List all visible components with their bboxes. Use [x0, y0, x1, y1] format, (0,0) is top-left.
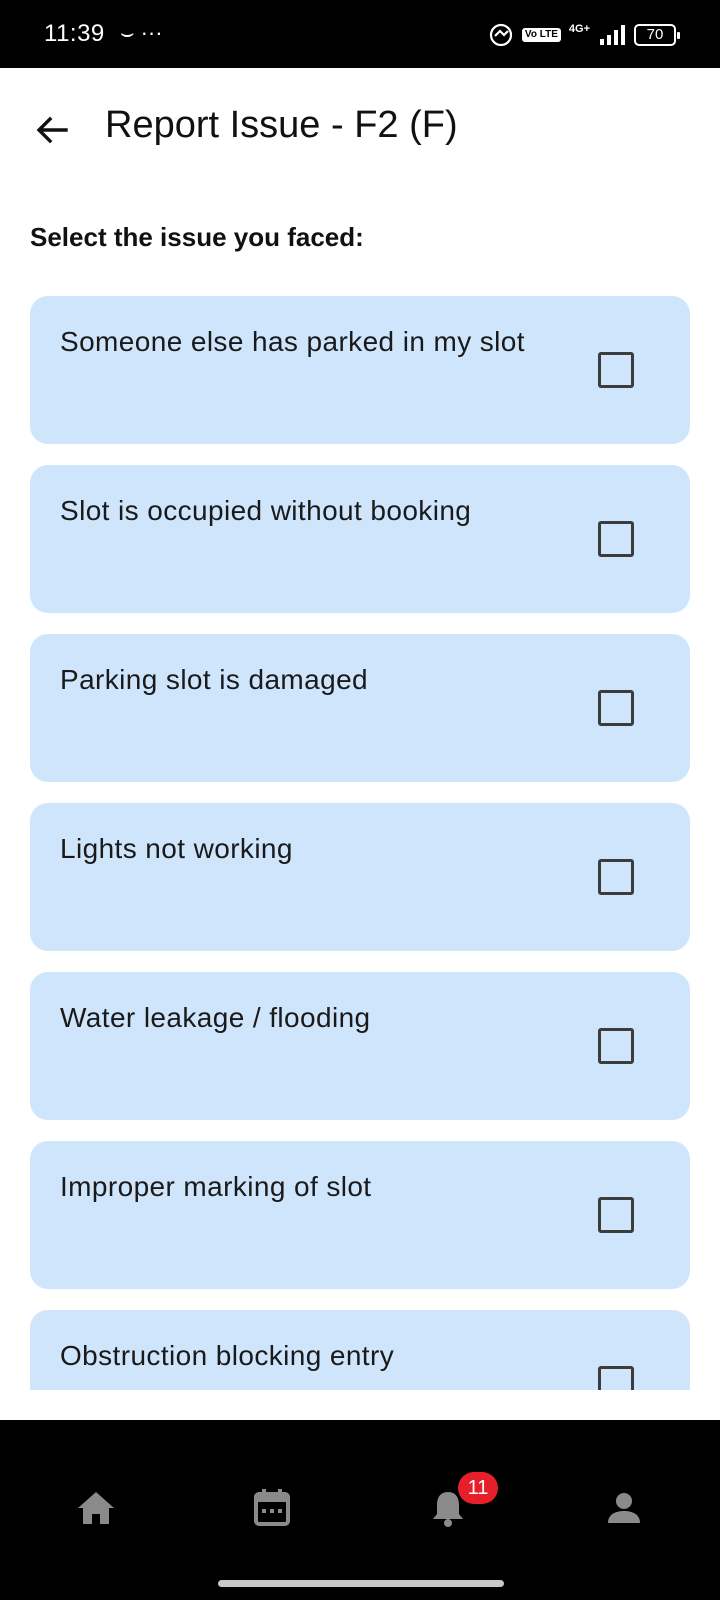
- issue-label: Someone else has parked in my slot: [60, 326, 525, 357]
- nav-profile[interactable]: [596, 1480, 652, 1536]
- app-bar: Report Issue - F2 (F): [0, 68, 720, 188]
- signal-icon: [600, 25, 625, 45]
- calendar-icon: [254, 1489, 290, 1526]
- volte-badge: Vo LTE: [521, 28, 561, 42]
- issue-option[interactable]: Water leakage / flooding: [30, 972, 690, 1120]
- issue-checkbox[interactable]: [598, 352, 634, 388]
- issue-label: Water leakage / flooding: [60, 1002, 371, 1033]
- issue-label: Parking slot is damaged: [60, 664, 369, 695]
- issue-checkbox[interactable]: [598, 1366, 634, 1390]
- status-bar: 11:39 ⌣ ··· Vo LTE 4G+ 70: [0, 0, 720, 68]
- issue-option[interactable]: Parking slot is damaged: [30, 634, 690, 782]
- bottom-nav: [0, 1420, 720, 1600]
- battery-indicator: 70: [634, 24, 680, 46]
- back-button[interactable]: [28, 106, 76, 154]
- nav-home[interactable]: [68, 1480, 124, 1536]
- nav-calendar[interactable]: [244, 1480, 300, 1536]
- status-time: 11:39: [44, 20, 105, 47]
- issue-label: Obstruction blocking entry: [60, 1340, 395, 1371]
- home-icon: [78, 1492, 114, 1524]
- issue-checkbox[interactable]: [598, 859, 634, 895]
- issue-option[interactable]: Slot is occupied without booking: [30, 465, 690, 613]
- issue-checkbox[interactable]: [598, 1197, 634, 1233]
- issue-checkbox[interactable]: [598, 521, 634, 557]
- issue-checkbox[interactable]: [598, 1028, 634, 1064]
- network-type: 4G+: [568, 23, 590, 35]
- issue-option[interactable]: Improper marking of slot: [30, 1141, 690, 1289]
- status-right-icons: Vo LTE 4G+ 70: [488, 20, 680, 50]
- issue-label: Slot is occupied without booking: [60, 495, 472, 526]
- arrow-left-icon: [36, 116, 68, 144]
- issue-label: Improper marking of slot: [60, 1171, 372, 1202]
- issue-option[interactable]: Someone else has parked in my slot: [30, 296, 690, 444]
- issue-label: Lights not working: [60, 833, 293, 864]
- person-icon: [608, 1493, 640, 1523]
- home-indicator[interactable]: [218, 1580, 504, 1587]
- notification-count-badge: 11: [458, 1472, 498, 1504]
- issue-prompt: Select the issue you faced:: [30, 222, 364, 252]
- issue-option[interactable]: Obstruction blocking entry: [30, 1310, 690, 1390]
- issue-checkbox[interactable]: [598, 690, 634, 726]
- page-title: Report Issue - F2 (F): [105, 104, 458, 146]
- link-icon: [489, 23, 513, 47]
- issue-list[interactable]: Someone else has parked in my slot Slot …: [0, 296, 720, 1390]
- status-notification-icons: ⌣ ···: [120, 20, 163, 45]
- issue-option[interactable]: Lights not working: [30, 803, 690, 951]
